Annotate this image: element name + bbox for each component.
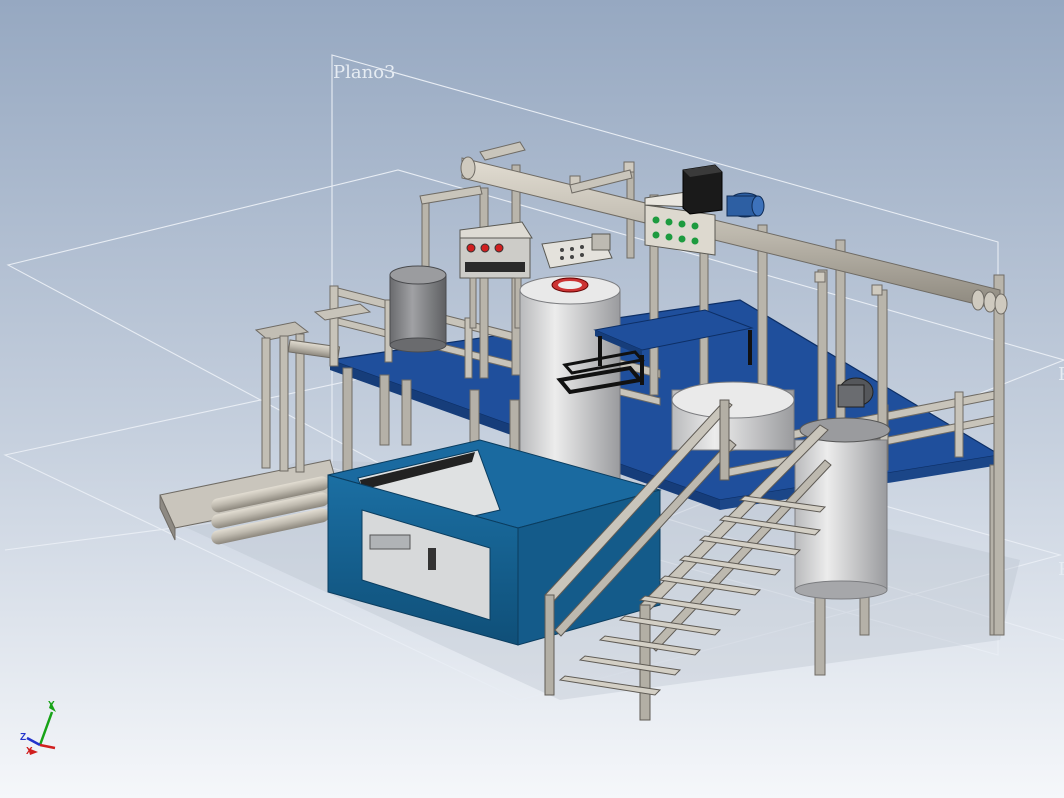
plane-label-right-1: P bbox=[1058, 364, 1064, 385]
z-axis-label: Z bbox=[20, 732, 26, 743]
green-button[interactable] bbox=[652, 216, 660, 224]
plane-label-right-2: P bbox=[1058, 559, 1064, 580]
small-mixing-tank[interactable] bbox=[389, 265, 447, 353]
hmi-panel[interactable] bbox=[369, 534, 411, 550]
red-button-2[interactable] bbox=[480, 243, 490, 253]
x-axis-label: X bbox=[26, 746, 33, 757]
y-axis-label: Y bbox=[48, 700, 55, 711]
plane-label-plano3: Plano3 bbox=[333, 62, 395, 83]
cad-scene[interactable]: Plano3 P P bbox=[0, 0, 1064, 798]
blue-motor[interactable] bbox=[726, 192, 765, 218]
cad-viewport[interactable]: Plano3 P P bbox=[0, 0, 1064, 798]
red-button-1[interactable] bbox=[466, 243, 476, 253]
black-motor-box[interactable] bbox=[682, 164, 723, 215]
red-button-3[interactable] bbox=[494, 243, 504, 253]
